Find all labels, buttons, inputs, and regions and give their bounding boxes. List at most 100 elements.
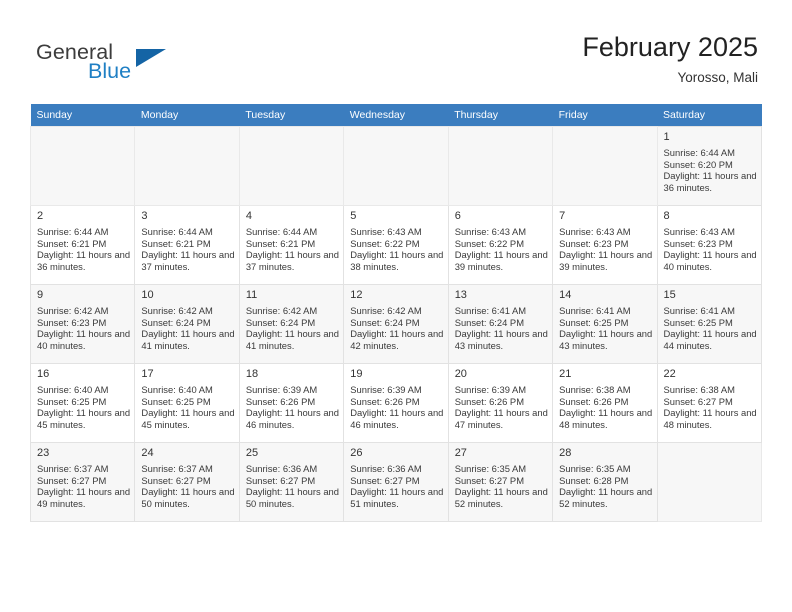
sunset-text: Sunset: 6:25 PM (141, 395, 211, 407)
calendar-day-cell[interactable]: 9 Sunrise: 6:42 AM Sunset: 6:23 PM Daylight… (29, 284, 136, 364)
sunset-text: Sunset: 6:27 PM (141, 474, 211, 486)
calendar-page: General Blue February 2025 Yorosso, Mali… (0, 0, 792, 612)
sunset-text: Sunset: 6:25 PM (559, 316, 629, 328)
calendar-day-cell[interactable]: 15 Sunrise: 6:41 AM Sunset: 6:25 PM Dayligh… (656, 284, 763, 364)
day-number: 6 (454, 210, 461, 222)
calendar-day-cell[interactable]: 21 Sunrise: 6:38 AM Sunset: 6:26 PM Dayligh… (552, 363, 658, 443)
sunrise-text: Sunrise: 6:35 AM (454, 463, 527, 474)
sunrise-text: Sunrise: 6:38 AM (663, 384, 735, 395)
calendar-day-cell[interactable]: 20 Sunrise: 6:39 AM Sunset: 6:26 PM Dayligh… (447, 363, 554, 443)
calendar-day-cell[interactable]: 11 Sunrise: 6:42 AM Sunset: 6:24 PM Dayligh… (238, 284, 345, 364)
day-number: 7 (559, 210, 566, 222)
calendar-day-cell[interactable]: 7 Sunrise: 6:43 AM Sunset: 6:23 PM Daylight… (552, 205, 658, 285)
sunrise-text: Sunrise: 6:43 AM (350, 226, 422, 237)
triangle-logo-icon (136, 49, 166, 67)
day-details: Sunrise: 6:36 AM Sunset: 6:27 PM Daylight:… (240, 462, 343, 511)
calendar-day-cell[interactable]: 19 Sunrise: 6:39 AM Sunset: 6:26 PM Dayligh… (343, 363, 449, 443)
day-details: Sunrise: 6:39 AM Sunset: 6:26 PM Daylight:… (449, 383, 552, 432)
daylight-text: Daylight: 11 hours and 40 minutes. (37, 328, 131, 351)
sunrise-text: Sunrise: 6:39 AM (350, 384, 422, 395)
sunset-text: Sunset: 6:27 PM (350, 474, 420, 486)
sunrise-text: Sunrise: 6:43 AM (454, 226, 527, 237)
calendar-day-cell[interactable]: 26 Sunrise: 6:36 AM Sunset: 6:27 PM Dayligh… (343, 442, 449, 522)
calendar-day-cell[interactable]: 28 Sunrise: 6:35 AM Sunset: 6:28 PM Dayligh… (552, 442, 658, 522)
day-details: Sunrise: 6:44 AM Sunset: 6:21 PM Daylight:… (240, 225, 343, 274)
sunset-text: Sunset: 6:23 PM (663, 237, 733, 249)
day-number: 22 (663, 368, 676, 380)
day-number: 21 (559, 368, 572, 380)
day-details: Sunrise: 6:41 AM Sunset: 6:24 PM Daylight:… (449, 304, 552, 353)
calendar-cell-empty (134, 126, 240, 206)
calendar-day-cell[interactable]: 22 Sunrise: 6:38 AM Sunset: 6:27 PM Dayligh… (656, 363, 763, 443)
daylight-text: Daylight: 11 hours and 44 minutes. (663, 328, 757, 351)
sunrise-text: Sunrise: 6:42 AM (350, 305, 422, 316)
weekday-header-monday: Monday (134, 104, 240, 127)
day-number: 5 (350, 210, 357, 222)
day-details: Sunrise: 6:38 AM Sunset: 6:27 PM Daylight:… (658, 383, 761, 432)
calendar-day-cell[interactable]: 4 Sunrise: 6:44 AM Sunset: 6:21 PM Daylight… (238, 205, 345, 285)
daylight-text: Daylight: 11 hours and 42 minutes. (350, 328, 444, 351)
calendar-cell-empty (552, 126, 658, 206)
daylight-text: Daylight: 11 hours and 45 minutes. (141, 407, 235, 430)
sunset-text: Sunset: 6:23 PM (559, 237, 629, 249)
sunset-text: Sunset: 6:27 PM (37, 474, 107, 486)
sunrise-text: Sunrise: 6:35 AM (559, 463, 631, 474)
calendar-day-cell[interactable]: 18 Sunrise: 6:39 AM Sunset: 6:26 PM Dayligh… (238, 363, 345, 443)
daylight-text: Daylight: 11 hours and 43 minutes. (454, 328, 548, 351)
sunrise-text: Sunrise: 6:38 AM (559, 384, 631, 395)
sunrise-text: Sunrise: 6:44 AM (141, 226, 213, 237)
sunrise-text: Sunrise: 6:39 AM (245, 384, 318, 395)
sunset-text: Sunset: 6:22 PM (454, 237, 524, 249)
day-number: 9 (37, 289, 44, 301)
calendar-day-cell[interactable]: 27 Sunrise: 6:35 AM Sunset: 6:27 PM Dayligh… (447, 442, 554, 522)
day-details: Sunrise: 6:39 AM Sunset: 6:26 PM Daylight:… (344, 383, 447, 432)
day-details: Sunrise: 6:44 AM Sunset: 6:21 PM Daylight:… (31, 225, 134, 274)
calendar-day-cell[interactable]: 2 Sunrise: 6:44 AM Sunset: 6:21 PM Daylight… (29, 205, 136, 285)
day-number: 3 (141, 210, 148, 222)
day-number: 18 (245, 368, 259, 380)
daylight-text: Daylight: 11 hours and 48 minutes. (559, 407, 653, 430)
calendar-day-cell[interactable]: 3 Sunrise: 6:44 AM Sunset: 6:21 PM Daylight… (134, 205, 240, 285)
day-details: Sunrise: 6:35 AM Sunset: 6:27 PM Daylight:… (449, 462, 552, 511)
daylight-text: Daylight: 11 hours and 45 minutes. (37, 407, 131, 430)
day-details: Sunrise: 6:37 AM Sunset: 6:27 PM Daylight:… (31, 462, 134, 511)
calendar-header-row: Sunday Monday Tuesday Wednesday Thursday… (30, 104, 762, 127)
calendar-day-cell[interactable]: 10 Sunrise: 6:42 AM Sunset: 6:24 PM Dayligh… (134, 284, 240, 364)
calendar-day-cell[interactable]: 1 Sunrise: 6:44 AM Sunset: 6:20 PM Daylight… (656, 126, 763, 206)
sunrise-text: Sunrise: 6:40 AM (37, 384, 109, 395)
daylight-text: Daylight: 11 hours and 43 minutes. (559, 328, 653, 351)
calendar-day-cell[interactable]: 12 Sunrise: 6:42 AM Sunset: 6:24 PM Dayligh… (343, 284, 449, 364)
day-details: Sunrise: 6:42 AM Sunset: 6:23 PM Daylight:… (31, 304, 134, 353)
sunrise-text: Sunrise: 6:39 AM (454, 384, 527, 395)
sunrise-text: Sunrise: 6:36 AM (350, 463, 422, 474)
calendar-body: 1 Sunrise: 6:44 AM Sunset: 6:20 PM Daylight… (29, 126, 763, 522)
daylight-text: Daylight: 11 hours and 46 minutes. (245, 407, 339, 430)
calendar-day-cell[interactable]: 25 Sunrise: 6:36 AM Sunset: 6:27 PM Dayligh… (238, 442, 345, 522)
calendar-week-row: 1 Sunrise: 6:44 AM Sunset: 6:20 PM Daylight… (29, 126, 763, 206)
calendar-day-cell[interactable]: 13 Sunrise: 6:41 AM Sunset: 6:24 PM Dayligh… (447, 284, 554, 364)
brand-logo[interactable]: General Blue (36, 40, 256, 90)
day-details: Sunrise: 6:37 AM Sunset: 6:27 PM Daylight:… (135, 462, 238, 511)
calendar-day-cell[interactable]: 23 Sunrise: 6:37 AM Sunset: 6:27 PM Dayligh… (29, 442, 136, 522)
calendar-day-cell[interactable]: 14 Sunrise: 6:41 AM Sunset: 6:25 PM Dayligh… (552, 284, 658, 364)
sunset-text: Sunset: 6:27 PM (245, 474, 316, 486)
calendar-week-row: 16 Sunrise: 6:40 AM Sunset: 6:25 PM Dayligh… (29, 363, 763, 443)
calendar-day-cell[interactable]: 5 Sunrise: 6:43 AM Sunset: 6:22 PM Daylight… (343, 205, 449, 285)
day-number: 15 (663, 289, 676, 301)
calendar-day-cell[interactable]: 6 Sunrise: 6:43 AM Sunset: 6:22 PM Daylight… (447, 205, 554, 285)
day-number: 28 (559, 447, 572, 459)
calendar-day-cell[interactable]: 8 Sunrise: 6:43 AM Sunset: 6:23 PM Daylight… (656, 205, 763, 285)
daylight-text: Daylight: 11 hours and 47 minutes. (454, 407, 548, 430)
day-number: 26 (350, 447, 363, 459)
day-number: 13 (454, 289, 467, 301)
day-number: 20 (454, 368, 467, 380)
calendar-day-cell[interactable]: 16 Sunrise: 6:40 AM Sunset: 6:25 PM Dayligh… (29, 363, 136, 443)
day-number: 17 (141, 368, 154, 380)
daylight-text: Daylight: 11 hours and 37 minutes. (141, 249, 235, 272)
daylight-text: Daylight: 11 hours and 36 minutes. (663, 170, 757, 193)
day-details: Sunrise: 6:44 AM Sunset: 6:21 PM Daylight:… (135, 225, 238, 274)
sunset-text: Sunset: 6:24 PM (245, 316, 316, 328)
sunset-text: Sunset: 6:24 PM (454, 316, 524, 328)
calendar-day-cell[interactable]: 17 Sunrise: 6:40 AM Sunset: 6:25 PM Dayligh… (134, 363, 240, 443)
calendar-day-cell[interactable]: 24 Sunrise: 6:37 AM Sunset: 6:27 PM Dayligh… (134, 442, 240, 522)
